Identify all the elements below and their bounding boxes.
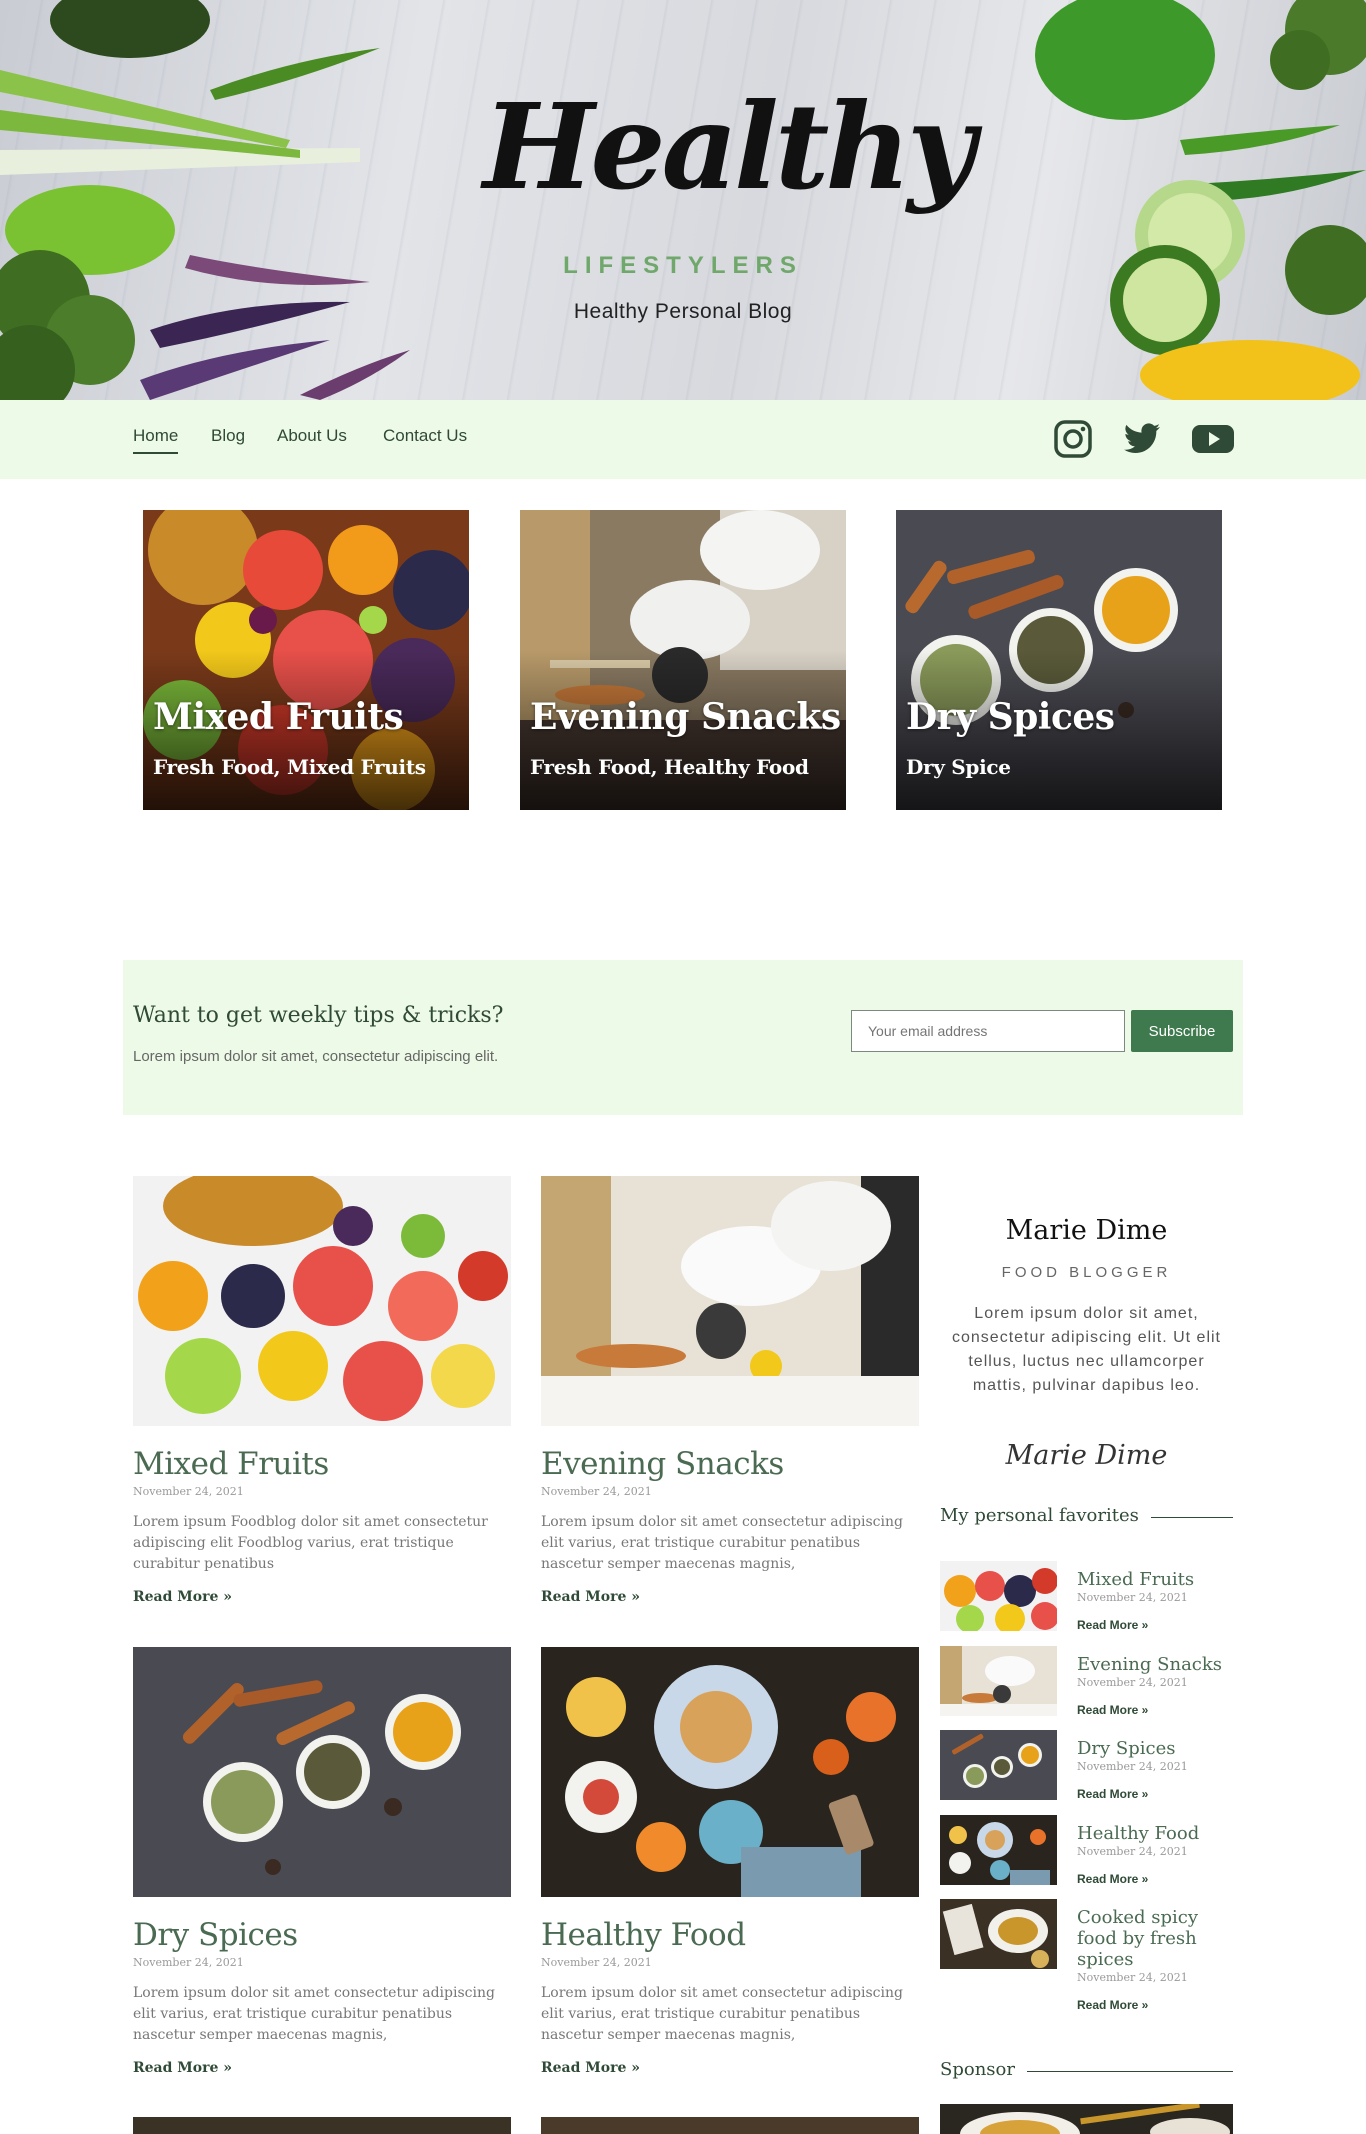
sponsor-banner-image (940, 2104, 1233, 2134)
nav-contact-us[interactable]: Contact Us (383, 426, 467, 452)
favorite-thumbnail[interactable] (940, 1730, 1057, 1800)
nav-home[interactable]: Home (133, 426, 179, 454)
featured-categories: Fresh Food, Healthy Food (530, 755, 809, 779)
twitter-icon[interactable] (1122, 419, 1162, 459)
favorite-thumbnail[interactable] (940, 1561, 1057, 1631)
post-image[interactable] (541, 1176, 919, 1426)
favorite-title[interactable]: Healthy Food (1077, 1823, 1233, 1844)
author-bio: Lorem ipsum dolor sit amet, consectetur … (952, 1305, 1221, 1394)
youtube-icon[interactable] (1191, 419, 1235, 459)
post-excerpt: Lorem ipsum Foodblog dolor sit amet cons… (133, 1514, 488, 1572)
featured-title: Dry Spices (906, 696, 1115, 738)
favorite-thumbnail[interactable] (940, 1815, 1057, 1885)
favorite-date: November 24, 2021 (1077, 1676, 1188, 1689)
favorite-item: Healthy Food November 24, 2021 Read More… (940, 1815, 1233, 1895)
featured-categories: Dry Spice (906, 755, 1011, 779)
post-excerpt: Lorem ipsum dolor sit amet consectetur a… (541, 1985, 903, 2043)
favorite-read-more[interactable]: Read More » (1077, 1872, 1148, 1886)
author-signature: Marie Dime (1005, 1440, 1168, 1471)
evening-snacks-thumb (940, 1646, 1057, 1716)
favorite-thumbnail[interactable] (940, 1899, 1057, 1969)
evening-snacks-image (541, 1176, 919, 1426)
subscribe-button[interactable]: Subscribe (1131, 1010, 1233, 1052)
nav-about-us[interactable]: About Us (277, 426, 347, 452)
cooked-spicy-food-thumb (940, 1899, 1057, 1969)
nav-blog[interactable]: Blog (211, 426, 245, 452)
favorite-read-more[interactable]: Read More » (1077, 1998, 1148, 2012)
sponsor-heading: Sponsor (940, 2059, 1027, 2080)
featured-card-mixed-fruits[interactable]: Mixed Fruits Fresh Food, Mixed Fruits (143, 510, 469, 810)
featured-title: Evening Snacks (530, 696, 841, 738)
post-title[interactable]: Dry Spices (133, 1917, 511, 1953)
post-image-peek (541, 2117, 919, 2134)
post-date: November 24, 2021 (133, 1485, 244, 1498)
logo-script: Healthy (483, 77, 976, 216)
favorite-item: Dry Spices November 24, 2021 Read More » (940, 1730, 1233, 1810)
dry-spices-image (133, 1647, 511, 1897)
post-title[interactable]: Mixed Fruits (133, 1446, 511, 1482)
featured-card-evening-snacks[interactable]: Evening Snacks Fresh Food, Healthy Food (520, 510, 846, 810)
favorites-heading: My personal favorites (940, 1505, 1151, 1526)
post-date: November 24, 2021 (541, 1956, 652, 1969)
hero-banner: Healthy LIFESTYLERS Healthy Personal Blo… (0, 0, 1366, 400)
post-card: Mixed Fruits November 24, 2021 Lorem ips… (133, 1176, 511, 1605)
favorite-date: November 24, 2021 (1077, 1971, 1188, 1984)
post-title[interactable]: Evening Snacks (541, 1446, 919, 1482)
post-image[interactable] (541, 1647, 919, 1897)
instagram-icon[interactable] (1053, 419, 1093, 459)
post-image[interactable] (133, 1176, 511, 1426)
post-card: Healthy Food November 24, 2021 Lorem ips… (541, 1647, 919, 2076)
post-date: November 24, 2021 (541, 1485, 652, 1498)
email-input[interactable] (851, 1010, 1125, 1052)
author-role: FOOD BLOGGER (1001, 1264, 1172, 1281)
divider (1025, 2071, 1233, 2072)
featured-categories: Fresh Food, Mixed Fruits (153, 755, 426, 779)
newsletter-text: Lorem ipsum dolor sit amet, consectetur … (133, 1048, 499, 1065)
favorite-title[interactable]: Cooked spicy food by fresh spices (1077, 1907, 1233, 1970)
favorite-read-more[interactable]: Read More » (1077, 1787, 1148, 1801)
favorite-item: Mixed Fruits November 24, 2021 Read More… (940, 1561, 1233, 1641)
featured-card-dry-spices[interactable]: Dry Spices Dry Spice (896, 510, 1222, 810)
favorite-title[interactable]: Evening Snacks (1077, 1654, 1233, 1675)
healthy-food-image (541, 1647, 919, 1897)
post-excerpt: Lorem ipsum dolor sit amet consectetur a… (541, 1514, 903, 1572)
post-title[interactable]: Healthy Food (541, 1917, 919, 1953)
mixed-fruits-image (133, 1176, 511, 1426)
mixed-fruits-thumb (940, 1561, 1057, 1631)
post-card: Dry Spices November 24, 2021 Lorem ipsum… (133, 1647, 511, 2076)
newsletter-box: Want to get weekly tips & tricks? Lorem … (123, 960, 1243, 1115)
main-navigation: Home Blog About Us Contact Us (0, 400, 1366, 479)
read-more-link[interactable]: Read More » (133, 2060, 232, 2076)
favorite-read-more[interactable]: Read More » (1077, 1703, 1148, 1717)
read-more-link[interactable]: Read More » (541, 2060, 640, 2076)
favorite-date: November 24, 2021 (1077, 1760, 1188, 1773)
read-more-link[interactable]: Read More » (541, 1589, 640, 1605)
favorite-title[interactable]: Mixed Fruits (1077, 1569, 1233, 1590)
favorite-read-more[interactable]: Read More » (1077, 1618, 1148, 1632)
favorite-title[interactable]: Dry Spices (1077, 1738, 1233, 1759)
favorite-item: Cooked spicy food by fresh spices Novemb… (940, 1899, 1233, 2012)
site-tagline: Healthy Personal Blog (573, 300, 793, 323)
dry-spices-thumb (940, 1730, 1057, 1800)
favorite-date: November 24, 2021 (1077, 1845, 1188, 1858)
favorite-thumbnail[interactable] (940, 1646, 1057, 1716)
favorite-item: Evening Snacks November 24, 2021 Read Mo… (940, 1646, 1233, 1726)
favorite-date: November 24, 2021 (1077, 1591, 1188, 1604)
divider (1140, 1517, 1233, 1518)
sponsor-image[interactable] (940, 2104, 1233, 2134)
post-card: Evening Snacks November 24, 2021 Lorem i… (541, 1176, 919, 1605)
featured-title: Mixed Fruits (153, 696, 404, 738)
logo-subtitle: LIFESTYLERS (563, 252, 803, 279)
post-image[interactable] (133, 1647, 511, 1897)
healthy-food-thumb (940, 1815, 1057, 1885)
post-date: November 24, 2021 (133, 1956, 244, 1969)
post-image-peek (133, 2117, 511, 2134)
post-excerpt: Lorem ipsum dolor sit amet consectetur a… (133, 1985, 495, 2043)
author-name: Marie Dime (1005, 1215, 1168, 1246)
newsletter-heading: Want to get weekly tips & tricks? (133, 1003, 504, 1028)
read-more-link[interactable]: Read More » (133, 1589, 232, 1605)
